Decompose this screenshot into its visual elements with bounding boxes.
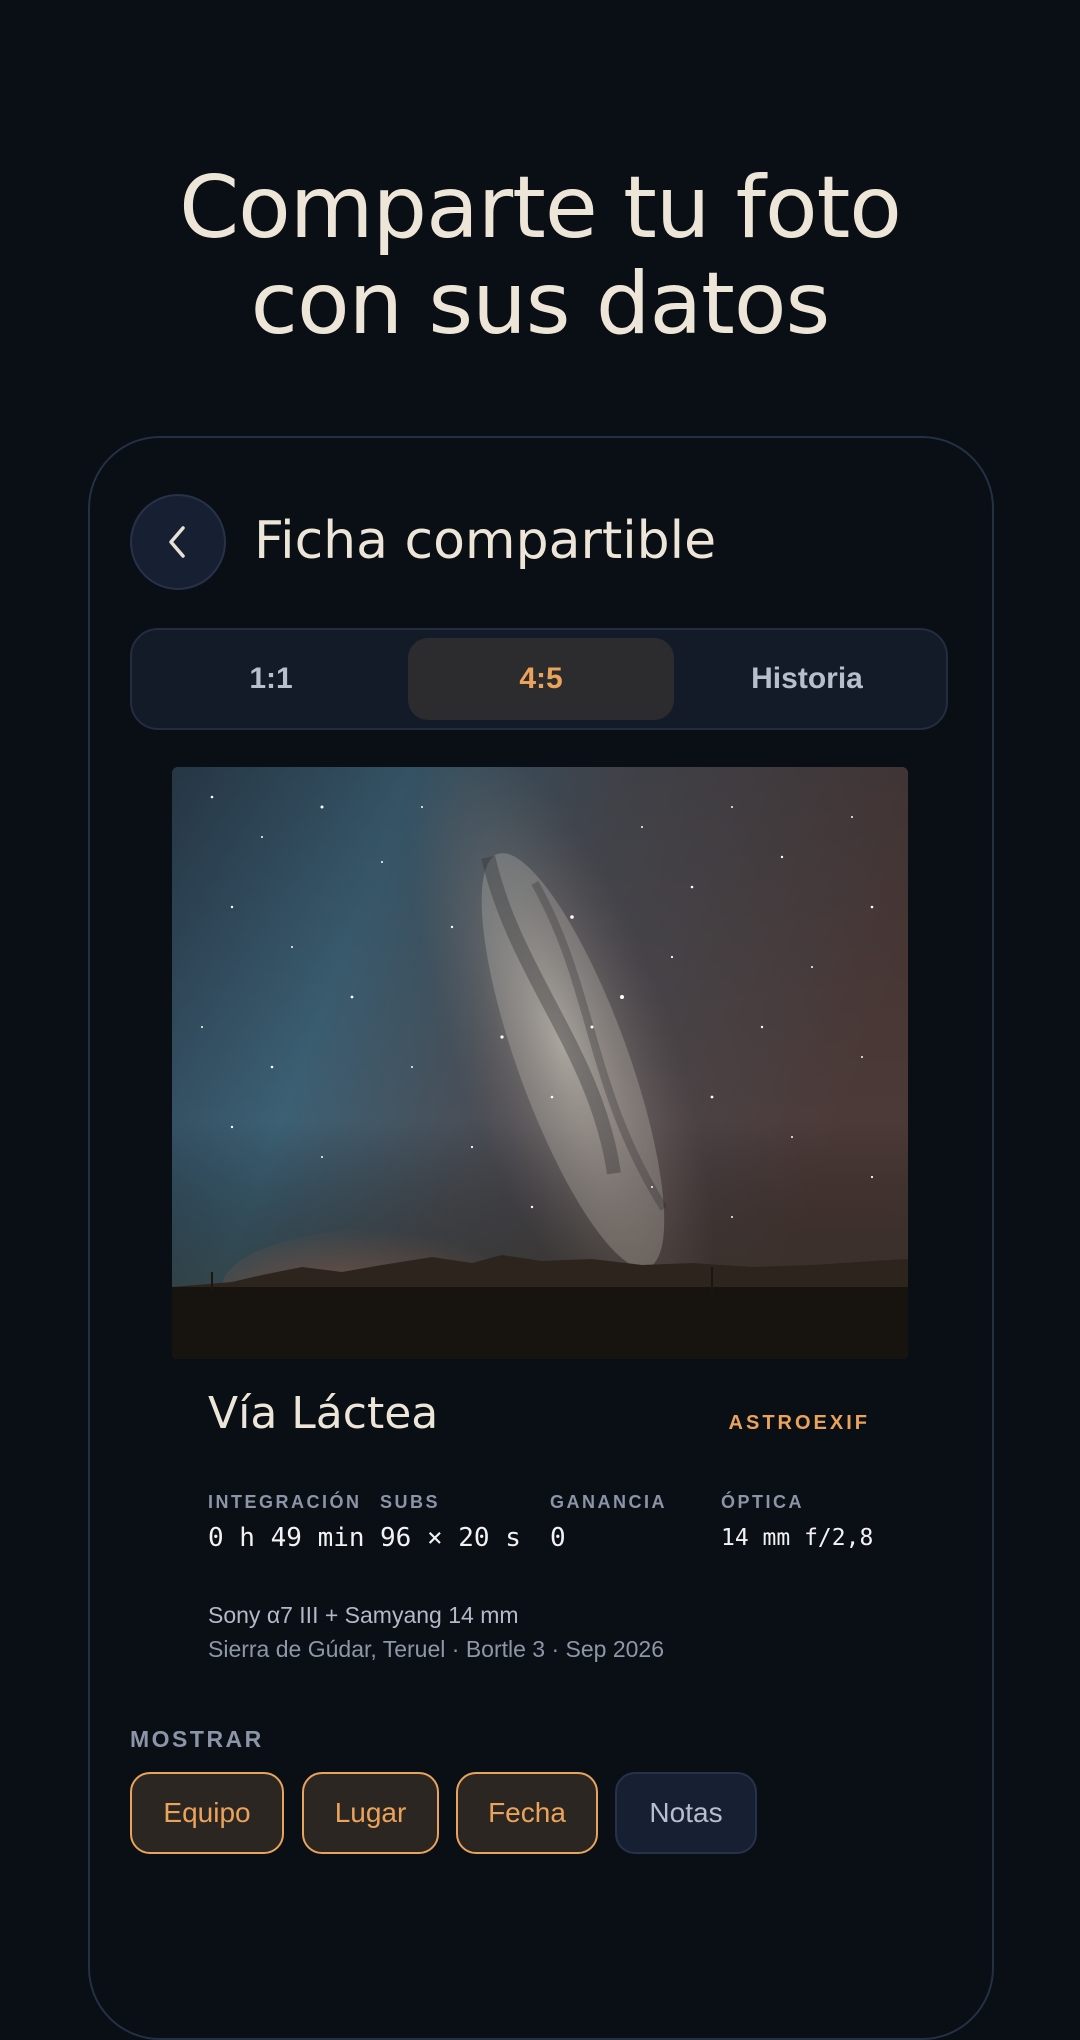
format-tab-1-1[interactable]: 1:1: [138, 638, 404, 720]
stat-optica: ÓPTICA 14 mm f/2,8: [721, 1492, 873, 1551]
equipment-text: Sony α7 III + Samyang 14 mm: [208, 1602, 519, 1628]
stat-value: 0: [550, 1523, 566, 1553]
stat-value: 14 mm f/2,8: [721, 1525, 874, 1551]
stat-label: SUBS: [380, 1492, 441, 1512]
stat-subs: SUBS 96 × 20 s: [380, 1492, 521, 1553]
object-name: Vía Láctea: [208, 1388, 439, 1439]
headline-line-2: con sus datos: [250, 254, 831, 354]
stat-label: INTEGRACIÓN: [208, 1492, 362, 1512]
stat-ganancia: GANANCIA 0: [550, 1492, 667, 1553]
location-text: Sierra de Gúdar, Teruel · Bortle 3 · Sep…: [208, 1636, 665, 1662]
chevron-left-icon: [169, 526, 185, 558]
stat-value: 0 h 49 min: [208, 1523, 365, 1553]
chip-fecha[interactable]: Fecha: [456, 1772, 598, 1854]
format-tab-4-5[interactable]: 4:5: [408, 638, 674, 720]
stat-integracion: INTEGRACIÓN 0 h 49 min: [208, 1492, 365, 1553]
headline: Comparte tu foto con sus datos: [0, 160, 1080, 352]
chip-notas[interactable]: Notas: [615, 1772, 757, 1854]
headline-line-1: Comparte tu foto: [179, 158, 902, 258]
astro-photo: [172, 767, 908, 1359]
screen-title: Ficha compartible: [254, 511, 717, 571]
brand-label: ASTROEXIF: [728, 1412, 870, 1434]
back-button[interactable]: [130, 494, 226, 590]
format-tab-historia[interactable]: Historia: [674, 638, 940, 720]
chip-equipo[interactable]: Equipo: [130, 1772, 284, 1854]
chip-lugar[interactable]: Lugar: [302, 1772, 439, 1854]
stat-value: 96 × 20 s: [380, 1523, 521, 1553]
stat-label: ÓPTICA: [721, 1492, 805, 1512]
stat-label: GANANCIA: [550, 1492, 667, 1512]
format-segmented-control: 1:1 4:5 Historia: [130, 628, 948, 730]
show-section-label: MOSTRAR: [130, 1726, 264, 1752]
